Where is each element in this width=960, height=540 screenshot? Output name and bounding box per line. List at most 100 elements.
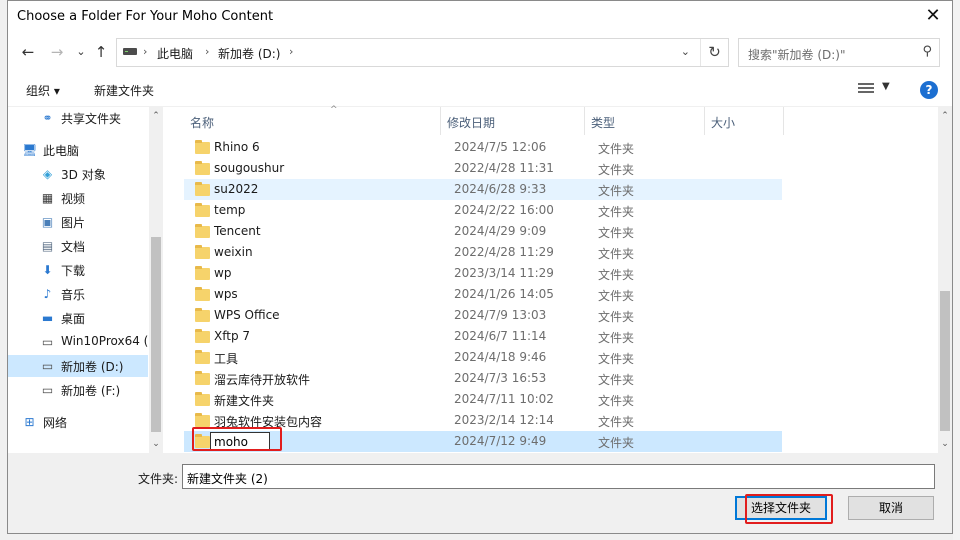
scrollbar-thumb[interactable]: [151, 237, 161, 432]
file-modified-date: 2024/4/18 9:46: [454, 350, 547, 364]
folder-name-input[interactable]: 新建文件夹 (2): [182, 464, 935, 489]
file-type: 文件夹: [598, 394, 635, 408]
sidebar-item-label: 此电脑: [43, 144, 80, 158]
file-row[interactable]: Xftp 7 2024/6/7 11:14 文件夹: [184, 326, 782, 347]
file-row[interactable]: Rhino 6 2024/7/5 12:06 文件夹: [184, 137, 782, 158]
cancel-button[interactable]: 取消: [848, 496, 934, 520]
breadcrumb-separator-icon[interactable]: ›: [289, 45, 293, 58]
sidebar-item[interactable]: ⚭ 共享文件夹: [8, 107, 148, 129]
scroll-up-icon[interactable]: ⌃: [149, 109, 163, 123]
file-row[interactable]: WPS Office 2024/7/9 13:03 文件夹: [184, 305, 782, 326]
dialog-title: Choose a Folder For Your Moho Content: [17, 9, 274, 24]
file-type: 文件夹: [598, 373, 635, 387]
breadcrumb-drive-d[interactable]: 新加卷 (D:): [218, 45, 280, 62]
file-name: 工具: [214, 352, 239, 366]
column-header-label: 大小: [711, 116, 736, 130]
file-row[interactable]: su2022 2024/6/28 9:33 文件夹: [184, 179, 782, 200]
sidebar-item[interactable]: ▣ 图片: [8, 211, 148, 233]
file-list: 名称 ^ 修改日期 类型 大小 Rhino 6 2024/7/5 12:06 文件夹…: [166, 105, 952, 453]
file-row[interactable]: wp 2023/3/14 11:29 文件夹: [184, 263, 782, 284]
cube-icon: ◈: [42, 167, 53, 181]
sidebar-item[interactable]: ♪ 音乐: [8, 283, 148, 305]
file-type: 文件夹: [598, 331, 635, 345]
sidebar-item-label: 音乐: [61, 288, 86, 302]
file-row[interactable]: 新建文件夹 2024/7/11 10:02 文件夹: [184, 389, 782, 410]
file-row[interactable]: weixin 2022/4/28 11:29 文件夹: [184, 242, 782, 263]
breadcrumb-separator-icon[interactable]: ›: [205, 45, 209, 58]
forward-arrow-icon[interactable]: →: [46, 42, 68, 62]
column-header-size[interactable]: 大小: [705, 107, 784, 135]
column-header-name[interactable]: 名称 ^: [184, 105, 441, 135]
folder-icon: [195, 203, 210, 217]
folder-icon: [195, 161, 210, 175]
search-icon[interactable]: ⚲: [922, 44, 932, 59]
file-list-scrollbar[interactable]: ⌃ ⌄: [938, 107, 952, 453]
sidebar-item[interactable]: ▬ 桌面: [8, 307, 148, 329]
recent-locations-chevron-icon[interactable]: ⌄: [70, 42, 92, 62]
sidebar-item[interactable]: ▤ 文档: [8, 235, 148, 257]
file-row[interactable]: 溜云库待开放软件 2024/7/3 16:53 文件夹: [184, 368, 782, 389]
sidebar-item[interactable]: ▭ 新加卷 (F:): [8, 379, 148, 401]
file-modified-date: 2024/7/5 12:06: [454, 140, 547, 154]
scroll-up-icon[interactable]: ⌃: [938, 109, 952, 123]
breadcrumb-separator-icon[interactable]: ›: [143, 45, 147, 58]
column-header-label: 修改日期: [447, 116, 496, 130]
drive-icon: ▭: [41, 383, 54, 397]
sidebar-item[interactable]: 🖥 此电脑: [8, 139, 148, 161]
address-bar[interactable]: › 此电脑 › 新加卷 (D:) › ⌄ ↻: [116, 38, 729, 67]
folder-icon: [195, 224, 210, 238]
file-modified-date: 2024/6/7 11:14: [454, 329, 547, 343]
folder-icon: [195, 413, 210, 427]
file-modified-date: 2022/4/28 11:31: [454, 161, 554, 175]
file-name: 溜云库待开放软件: [214, 373, 311, 387]
navigation-pane-scrollbar[interactable]: ⌃ ⌄: [149, 107, 163, 453]
network-icon: ⊞: [24, 415, 35, 429]
scroll-down-icon[interactable]: ⌄: [149, 437, 163, 451]
file-row[interactable]: temp 2024/2/22 16:00 文件夹: [184, 200, 782, 221]
column-header-type[interactable]: 类型: [585, 107, 705, 135]
file-row[interactable]: sougoushur 2022/4/28 11:31 文件夹: [184, 158, 782, 179]
scrollbar-thumb[interactable]: [940, 291, 950, 431]
organize-menu-button[interactable]: 组织 ▾: [26, 82, 60, 99]
file-type: 文件夹: [598, 289, 635, 303]
search-input[interactable]: 搜索"新加卷 (D:)" ⚲: [738, 38, 940, 67]
sidebar-item[interactable]: ▭ 新加卷 (D:): [8, 355, 148, 377]
close-icon[interactable]: ✕: [922, 5, 944, 27]
column-header-date[interactable]: 修改日期: [441, 107, 585, 135]
sidebar-item-label: 新加卷 (D:): [61, 360, 124, 374]
refresh-icon[interactable]: ↻: [700, 39, 728, 66]
sidebar-item[interactable]: ▭ Win10Prox64 (C: [8, 331, 157, 353]
breadcrumb-this-pc[interactable]: 此电脑: [157, 45, 193, 62]
new-folder-button[interactable]: 新建文件夹: [94, 82, 154, 99]
navigation-bar: ← → ⌄ ↑ › 此电脑 › 新加卷 (D:) › ⌄ ↻ 搜索"新加卷 (D…: [8, 35, 952, 69]
sidebar-item[interactable]: ◈ 3D 对象: [8, 163, 148, 185]
file-modified-date: 2024/2/22 16:00: [454, 203, 554, 217]
file-type: 文件夹: [598, 436, 635, 450]
navigation-pane: ⚭ 共享文件夹 🖥 此电脑 ◈ 3D 对象 ▦ 视频 ▣ 图片 ▤ 文档 ⬇ 下载 ♪ 音乐 ▬ 桌面 ▭ Win10…: [8, 107, 163, 453]
file-modified-date: 2024/4/29 9:09: [454, 224, 547, 238]
view-dropdown-icon[interactable]: ▼: [882, 81, 890, 92]
up-arrow-icon[interactable]: ↑: [90, 42, 112, 62]
file-type: 文件夹: [598, 142, 635, 156]
share-icon: ⚭: [42, 111, 53, 125]
column-header-label: 名称: [190, 116, 215, 130]
file-row[interactable]: Tencent 2024/4/29 9:09 文件夹: [184, 221, 782, 242]
file-name: Tencent: [214, 224, 261, 238]
drive-icon: ▭: [41, 359, 54, 373]
drive-icon: [123, 48, 137, 55]
file-modified-date: 2024/6/28 9:33: [454, 182, 547, 196]
file-row[interactable]: wps 2024/1/26 14:05 文件夹: [184, 284, 782, 305]
file-row[interactable]: 工具 2024/4/18 9:46 文件夹: [184, 347, 782, 368]
sidebar-item[interactable]: ⬇ 下载: [8, 259, 148, 281]
background-window-right: [953, 0, 960, 540]
file-type: 文件夹: [598, 226, 635, 240]
sidebar-item[interactable]: ▦ 视频: [8, 187, 148, 209]
back-arrow-icon[interactable]: ←: [17, 42, 39, 62]
sidebar-item-label: 下载: [61, 264, 86, 278]
sidebar-item-label: 3D 对象: [61, 168, 106, 182]
sidebar-item[interactable]: ⊞ 网络: [8, 411, 148, 433]
address-dropdown-icon[interactable]: ⌄: [681, 45, 690, 58]
scroll-down-icon[interactable]: ⌄: [938, 437, 952, 451]
view-options-icon[interactable]: [858, 83, 874, 95]
help-icon[interactable]: ?: [920, 81, 938, 99]
